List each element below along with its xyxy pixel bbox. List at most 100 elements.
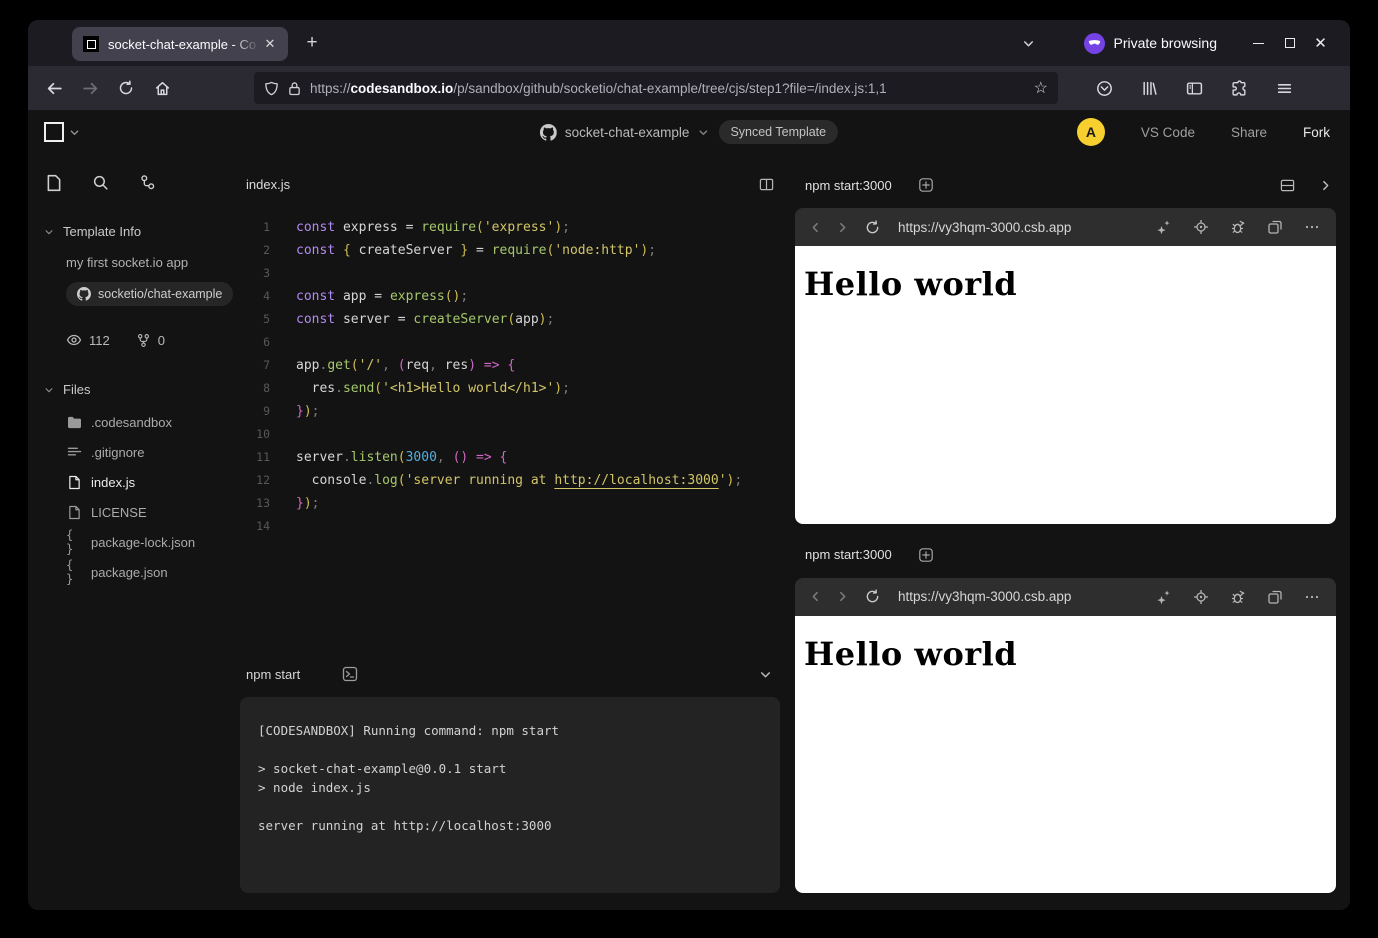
- vs-code-button[interactable]: VS Code: [1141, 125, 1195, 140]
- preview-forward-icon[interactable]: [836, 221, 849, 234]
- forks-stat: 0: [136, 333, 165, 348]
- preview-toolbar-1: https://vy3hqm-3000.csb.app: [795, 208, 1336, 246]
- file-item-.codesandbox[interactable]: .codesandbox: [66, 407, 240, 437]
- lock-icon[interactable]: [288, 81, 301, 96]
- preview-back-icon[interactable]: [809, 221, 822, 234]
- terminal-collapse-icon[interactable]: [759, 668, 772, 681]
- private-browsing-indicator: Private browsing: [1084, 33, 1218, 54]
- preview-tab-2[interactable]: npm start:3000: [805, 547, 892, 562]
- browser-tab[interactable]: socket-chat-example - Co ✕: [72, 27, 288, 61]
- terminal-tab-label[interactable]: npm start: [246, 667, 300, 682]
- folder-icon: [66, 416, 82, 429]
- reload-icon[interactable]: [110, 72, 142, 104]
- forward-icon[interactable]: [74, 72, 106, 104]
- preview-refresh-icon[interactable]: [865, 589, 880, 604]
- extensions-icon[interactable]: [1223, 72, 1255, 104]
- file-item-index.js[interactable]: index.js: [66, 467, 240, 497]
- repo-name: socketio/chat-example: [98, 287, 222, 301]
- file-item-package.json[interactable]: { }package.json: [66, 557, 240, 587]
- chevron-down-icon: [44, 227, 54, 237]
- braces-icon: { }: [66, 558, 82, 586]
- devtools-bug-icon[interactable]: [1230, 589, 1246, 605]
- bookmark-star-icon[interactable]: ☆: [1034, 78, 1048, 98]
- more-options-icon[interactable]: [1304, 589, 1320, 605]
- template-info-title: Template Info: [63, 224, 141, 239]
- files-title: Files: [63, 382, 90, 397]
- sparkle-icon[interactable]: [1156, 219, 1172, 235]
- search-icon[interactable]: [92, 174, 109, 192]
- open-in-new-icon[interactable]: [1267, 219, 1283, 235]
- file-icon: [66, 505, 82, 520]
- views-count: 112: [89, 333, 110, 348]
- target-icon[interactable]: [1193, 219, 1209, 235]
- open-in-new-icon[interactable]: [1267, 589, 1283, 605]
- new-tab-button[interactable]: +: [296, 27, 328, 59]
- codesandbox-favicon-icon: [83, 36, 99, 52]
- preview-refresh-icon[interactable]: [865, 220, 880, 235]
- url-text[interactable]: https://codesandbox.io/p/sandbox/github/…: [310, 81, 1026, 96]
- terminal-icon: [342, 666, 358, 682]
- files-section-header[interactable]: Files: [44, 382, 240, 397]
- views-stat: 112: [66, 332, 110, 348]
- eye-icon: [66, 332, 82, 348]
- add-preview-icon[interactable]: [918, 177, 934, 193]
- preview-forward-icon[interactable]: [836, 590, 849, 603]
- sidebar: Template Info my first socket.io app soc…: [28, 154, 240, 910]
- back-icon[interactable]: [38, 72, 70, 104]
- sparkle-icon[interactable]: [1156, 589, 1172, 605]
- avatar[interactable]: A: [1077, 118, 1105, 146]
- project-name: socket-chat-example: [565, 125, 690, 140]
- maximize-button[interactable]: [1274, 28, 1305, 58]
- collapse-panel-icon[interactable]: [1319, 179, 1332, 192]
- preview-tabbar-2: npm start:3000: [795, 540, 1336, 570]
- workspace-menu[interactable]: [44, 122, 80, 142]
- file-item-package-lock.json[interactable]: { }package-lock.json: [66, 527, 240, 557]
- preview-pane-1: https://vy3hqm-3000.csb.app: [795, 208, 1336, 524]
- shield-icon[interactable]: [264, 81, 279, 96]
- synced-template-badge: Synced Template: [718, 120, 838, 144]
- minimize-button[interactable]: [1243, 28, 1274, 58]
- url-bar[interactable]: https://codesandbox.io/p/sandbox/github/…: [254, 72, 1058, 104]
- sidebar-toggle-icon[interactable]: [1178, 72, 1210, 104]
- split-editor-icon[interactable]: [759, 177, 774, 192]
- forks-count: 0: [158, 333, 165, 348]
- preview-back-icon[interactable]: [809, 590, 822, 603]
- project-title-dropdown[interactable]: socket-chat-example: [540, 124, 709, 141]
- fork-button[interactable]: Fork: [1303, 125, 1330, 140]
- preview-url[interactable]: https://vy3hqm-3000.csb.app: [898, 220, 1071, 235]
- codesandbox-header: socket-chat-example Synced Template A VS…: [28, 110, 1350, 154]
- file-icon: [66, 475, 82, 490]
- file-item-LICENSE[interactable]: LICENSE: [66, 497, 240, 527]
- preview-toolbar-2: https://vy3hqm-3000.csb.app: [795, 578, 1336, 616]
- preview-url[interactable]: https://vy3hqm-3000.csb.app: [898, 589, 1071, 604]
- private-mask-icon: [1084, 33, 1105, 54]
- browser-navbar: https://codesandbox.io/p/sandbox/github/…: [28, 66, 1350, 110]
- devtools-nodes-icon[interactable]: [139, 174, 156, 192]
- terminal-output: [CODESANDBOX] Running command: npm start…: [258, 721, 780, 835]
- menu-icon[interactable]: [1268, 72, 1300, 104]
- target-icon[interactable]: [1193, 589, 1209, 605]
- tab-close-icon[interactable]: ✕: [260, 34, 280, 54]
- file-list: .codesandbox.gitignoreindex.jsLICENSE{ }…: [44, 407, 240, 587]
- add-preview-icon[interactable]: [918, 547, 934, 563]
- split-horizontal-icon[interactable]: [1280, 178, 1295, 193]
- file-item-.gitignore[interactable]: .gitignore: [66, 437, 240, 467]
- more-options-icon[interactable]: [1304, 219, 1320, 235]
- editor-pane: index.js 1const express = require('expre…: [240, 154, 786, 910]
- explorer-icon[interactable]: [46, 174, 62, 192]
- devtools-bug-icon[interactable]: [1230, 219, 1246, 235]
- share-button[interactable]: Share: [1231, 125, 1267, 140]
- template-info-section-header[interactable]: Template Info: [44, 224, 240, 239]
- list-icon: [66, 446, 82, 459]
- template-description: my first socket.io app: [66, 255, 240, 270]
- preview-tab-1[interactable]: npm start:3000: [805, 178, 892, 193]
- close-button[interactable]: ✕: [1305, 28, 1336, 58]
- preview-page-1: Hello world: [795, 246, 1336, 524]
- pocket-icon[interactable]: [1088, 72, 1120, 104]
- list-all-tabs-icon[interactable]: [1014, 28, 1044, 58]
- code-lines[interactable]: 1const express = require('express');2con…: [240, 216, 786, 538]
- library-icon[interactable]: [1133, 72, 1165, 104]
- home-icon[interactable]: [146, 72, 178, 104]
- repo-link[interactable]: socketio/chat-example: [66, 282, 233, 306]
- terminal-panel[interactable]: [CODESANDBOX] Running command: npm start…: [240, 697, 780, 893]
